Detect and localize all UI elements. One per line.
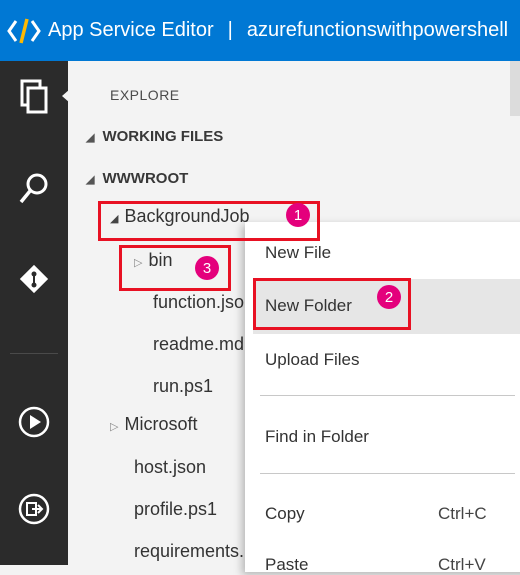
open-console-icon[interactable] — [0, 481, 68, 537]
title-bar: App Service Editor | azurefunctionswithp… — [0, 0, 520, 61]
menu-item-upload-files[interactable]: Upload Files — [265, 350, 360, 370]
git-icon[interactable] — [0, 251, 68, 307]
collapse-triangle-icon: ◢ — [86, 174, 95, 186]
tree-file-readme[interactable]: readme.md — [153, 334, 244, 355]
tree-folder-microsoft[interactable]: ▷ Microsoft — [110, 414, 197, 435]
step-badge-2: 2 — [377, 285, 401, 309]
menu-item-find-in-folder[interactable]: Find in Folder — [265, 427, 369, 447]
section-working-files[interactable]: ◢ WORKING FILES — [86, 128, 223, 145]
menu-separator — [260, 395, 515, 396]
search-icon[interactable] — [0, 161, 68, 217]
tree-file-host-json[interactable]: host.json — [134, 457, 206, 478]
explorer-title: EXPLORE — [110, 87, 180, 103]
run-icon[interactable] — [0, 394, 68, 450]
collapse-triangle-icon: ◢ — [86, 132, 95, 144]
app-name: App Service Editor — [48, 19, 214, 41]
section-wwwroot[interactable]: ◢ WWWROOT — [86, 170, 188, 187]
menu-item-new-file[interactable]: New File — [265, 243, 331, 263]
menu-item-copy[interactable]: Copy — [265, 504, 305, 524]
app-service-editor-logo-icon — [0, 0, 48, 61]
tree-file-function-json[interactable]: function.json — [153, 292, 254, 313]
files-icon[interactable] — [0, 69, 68, 125]
activity-bar — [0, 61, 70, 565]
menu-separator — [260, 473, 515, 474]
copy-shortcut: Ctrl+C — [438, 504, 487, 523]
activity-divider — [10, 353, 58, 354]
title-separator: | — [227, 19, 233, 41]
scrollbar[interactable] — [510, 61, 520, 116]
context-menu: New File New Folder Upload Files Find in… — [245, 222, 520, 575]
paste-shortcut: Ctrl+V — [438, 555, 486, 574]
menu-item-paste[interactable]: Paste — [265, 555, 308, 575]
step-badge-3: 3 — [195, 256, 219, 280]
site-name: azurefunctionswithpowershell — [246, 19, 509, 41]
step-badge-1: 1 — [286, 203, 310, 227]
collapsed-triangle-icon: ▷ — [110, 421, 119, 433]
tree-file-profile-ps1[interactable]: profile.ps1 — [134, 499, 217, 520]
tree-file-run-ps1[interactable]: run.ps1 — [153, 376, 213, 397]
